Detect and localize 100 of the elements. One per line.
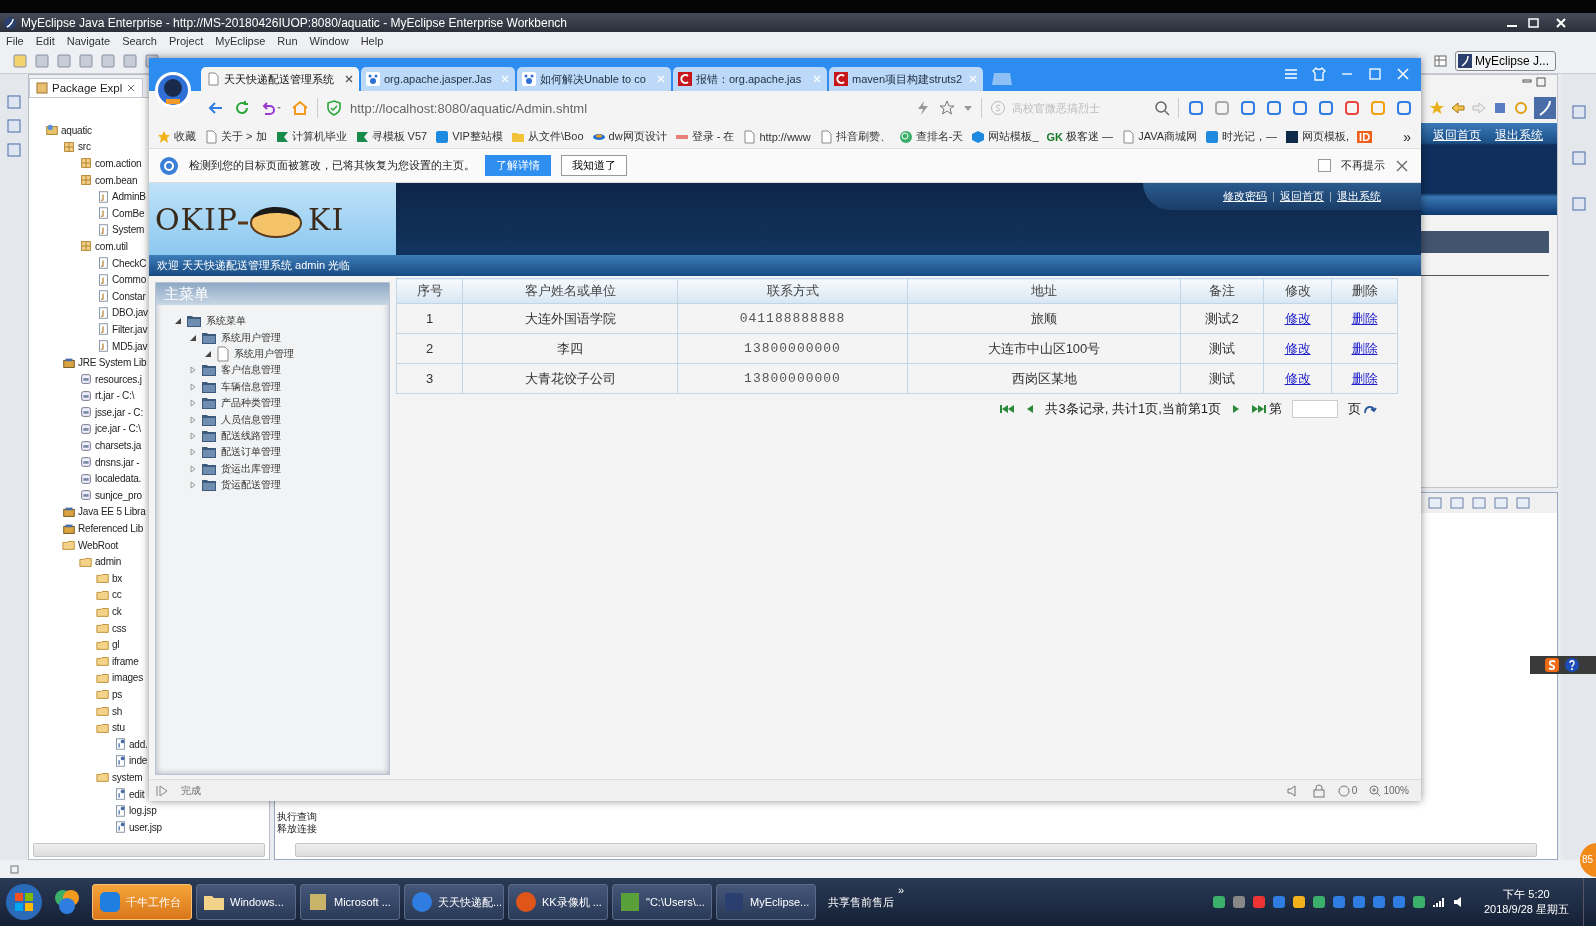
menu-item[interactable]: 系统菜单 bbox=[206, 314, 246, 329]
toolbar-label[interactable]: 共享售前售后 bbox=[828, 894, 894, 910]
tree-item[interactable]: add. bbox=[129, 738, 148, 750]
menu-item[interactable]: 车辆信息管理 bbox=[221, 379, 281, 394]
menu-item[interactable]: Edit bbox=[35, 34, 55, 47]
tree-item[interactable]: JRE System Lib bbox=[78, 357, 147, 369]
taskbar-button[interactable]: "C:\Users\... bbox=[612, 884, 712, 920]
tree-item[interactable]: charsets.ja bbox=[95, 440, 142, 452]
bookmark[interactable]: 查排名-天 bbox=[898, 129, 964, 144]
header-link[interactable]: 退出系统 bbox=[1495, 127, 1543, 144]
toolbar-more-button[interactable]: » bbox=[898, 884, 905, 896]
address-field[interactable]: http://localhost:8080/aquatic/Admin.shtml bbox=[350, 100, 907, 116]
header-link[interactable]: 退出系统 bbox=[1337, 189, 1381, 204]
tree-item[interactable]: Constar bbox=[112, 290, 146, 302]
bookmark[interactable]: 时光记，— bbox=[1205, 129, 1277, 144]
bookmark[interactable]: 计算机毕业 bbox=[274, 129, 347, 144]
taskbar-button[interactable]: KK录像机 ... bbox=[508, 884, 608, 920]
tree-item[interactable]: MD5.jav bbox=[112, 340, 148, 352]
tree-item[interactable]: ck bbox=[112, 606, 122, 617]
tree-item[interactable]: bx bbox=[112, 572, 123, 584]
tree-item[interactable]: iframe bbox=[112, 655, 139, 667]
menu-item[interactable]: 人员信息管理 bbox=[221, 412, 281, 427]
checkbox-label[interactable]: 不再提示 bbox=[1341, 158, 1385, 173]
menu-item[interactable]: 货运出库管理 bbox=[221, 461, 281, 476]
header-link[interactable]: 修改密码 bbox=[1223, 189, 1267, 204]
package-explorer-tab[interactable]: Package Expl bbox=[29, 78, 144, 97]
tree-item[interactable]: jce.jar - C:\ bbox=[95, 423, 141, 435]
bookmark[interactable]: 从文件\Boo bbox=[510, 129, 584, 144]
bookmark[interactable]: 网站模板_ bbox=[971, 129, 1039, 144]
taskbar-button[interactable]: Windows... bbox=[196, 884, 296, 920]
tree-item[interactable]: stu bbox=[112, 722, 125, 734]
bookmark[interactable]: 抖音刷赞、 bbox=[818, 129, 891, 144]
tree-item[interactable]: src bbox=[78, 141, 91, 153]
taskbar-button[interactable]: 天天快递配... bbox=[404, 884, 504, 920]
menu-item[interactable]: Run bbox=[277, 34, 298, 47]
blocked-count[interactable]: 0 bbox=[1337, 784, 1358, 797]
notice-button[interactable]: 我知道了 bbox=[561, 155, 627, 176]
tree-item[interactable]: com.bean bbox=[95, 174, 138, 186]
more-bookmarks-button[interactable]: » bbox=[1403, 128, 1421, 145]
header-link[interactable]: 返回首页 bbox=[1433, 127, 1481, 144]
tree-item[interactable]: dnsns.jar - bbox=[95, 456, 140, 468]
taskbar-button[interactable]: Microsoft ... bbox=[300, 884, 400, 920]
menu-item[interactable]: Project bbox=[169, 34, 204, 47]
menu-item[interactable]: 配送订单管理 bbox=[221, 445, 281, 460]
tree-item[interactable]: Commo bbox=[112, 274, 146, 286]
tree-item[interactable]: System bbox=[112, 224, 145, 236]
menu-item[interactable]: Help bbox=[360, 34, 384, 47]
tree-item[interactable]: DBO.jav bbox=[112, 307, 148, 319]
zoom-level[interactable]: 100% bbox=[1369, 784, 1409, 797]
menu-item[interactable]: 配送线路管理 bbox=[221, 428, 281, 443]
tree-item[interactable]: com.util bbox=[95, 240, 128, 252]
tree-item[interactable]: CheckC bbox=[112, 257, 147, 269]
tree-item[interactable]: user.jsp bbox=[129, 821, 162, 833]
tree-item[interactable]: rt.jar - C:\ bbox=[95, 390, 135, 402]
tree-item[interactable]: Referenced Lib bbox=[78, 523, 144, 535]
tree-item[interactable]: system bbox=[112, 771, 143, 783]
tree-item[interactable]: sunjce_pro bbox=[95, 489, 142, 501]
tree-item[interactable]: admin bbox=[95, 556, 122, 568]
tree-item[interactable]: inde bbox=[129, 755, 148, 767]
bookmark[interactable]: 关于 > 加 bbox=[204, 129, 267, 144]
tree-item[interactable]: aquatic bbox=[61, 124, 92, 136]
tree-item[interactable]: css bbox=[112, 622, 127, 634]
tree-item[interactable]: resources.j bbox=[95, 373, 142, 385]
browser-tab[interactable]: 天天快递配送管理系统 bbox=[201, 67, 359, 91]
tree-item[interactable]: WebRoot bbox=[78, 539, 119, 551]
header-link[interactable]: 返回首页 bbox=[1280, 189, 1324, 204]
tree-item[interactable]: com.action bbox=[95, 158, 142, 169]
bookmark[interactable]: 网页模板, bbox=[1285, 129, 1350, 144]
tree-item[interactable]: AdminB bbox=[112, 191, 146, 203]
bookmark[interactable]: 收藏 bbox=[157, 129, 196, 144]
menu-item[interactable]: MyEclipse bbox=[215, 34, 266, 47]
tree-item[interactable]: Java EE 5 Libra bbox=[78, 506, 146, 518]
bookmark[interactable]: http://www bbox=[742, 129, 811, 144]
tree-item[interactable]: Filter.jav bbox=[112, 323, 148, 335]
browser-tab[interactable]: org.apache.jasper.Jas bbox=[361, 67, 515, 91]
tree-item[interactable]: log.jsp bbox=[129, 805, 157, 817]
menu-item[interactable]: Window bbox=[309, 34, 349, 47]
menu-item[interactable]: Navigate bbox=[66, 34, 111, 47]
bookmark[interactable]: 登录 - 在 bbox=[674, 129, 735, 144]
bookmark[interactable]: 寻模板 V57 bbox=[354, 129, 428, 144]
taskbar-button[interactable]: MyEclipse... bbox=[716, 884, 816, 920]
tree-item[interactable]: localedata. bbox=[95, 473, 142, 485]
tree-item[interactable]: images bbox=[112, 672, 144, 684]
perspective-button[interactable]: MyEclipse J... bbox=[1455, 51, 1556, 71]
bookmark[interactable]: VIP整站模 bbox=[435, 129, 503, 144]
browser-tab[interactable]: maven项目构建struts2 bbox=[829, 67, 983, 91]
menu-item[interactable]: Search bbox=[122, 34, 157, 47]
browser-tab[interactable]: 报错：org.apache.jas bbox=[673, 67, 827, 91]
tree-item[interactable]: jsse.jar - C: bbox=[95, 406, 143, 418]
bookmark[interactable]: dw网页设计 bbox=[591, 129, 667, 144]
menu-item[interactable]: 客户信息管理 bbox=[221, 363, 281, 378]
menu-item[interactable]: 系统用户管理 bbox=[234, 346, 294, 361]
tree-item[interactable]: ps bbox=[112, 689, 123, 700]
menu-item[interactable]: 货运配送管理 bbox=[221, 478, 281, 493]
menu-item[interactable]: 产品种类管理 bbox=[221, 396, 281, 411]
menu-item[interactable]: 系统用户管理 bbox=[221, 330, 281, 345]
browser-tab[interactable]: 如何解决Unable to co bbox=[517, 67, 671, 91]
tree-item[interactable]: edit bbox=[129, 788, 145, 800]
bookmark[interactable]: JAVA商城网 bbox=[1121, 129, 1197, 144]
tree-item[interactable]: sh bbox=[112, 705, 123, 717]
